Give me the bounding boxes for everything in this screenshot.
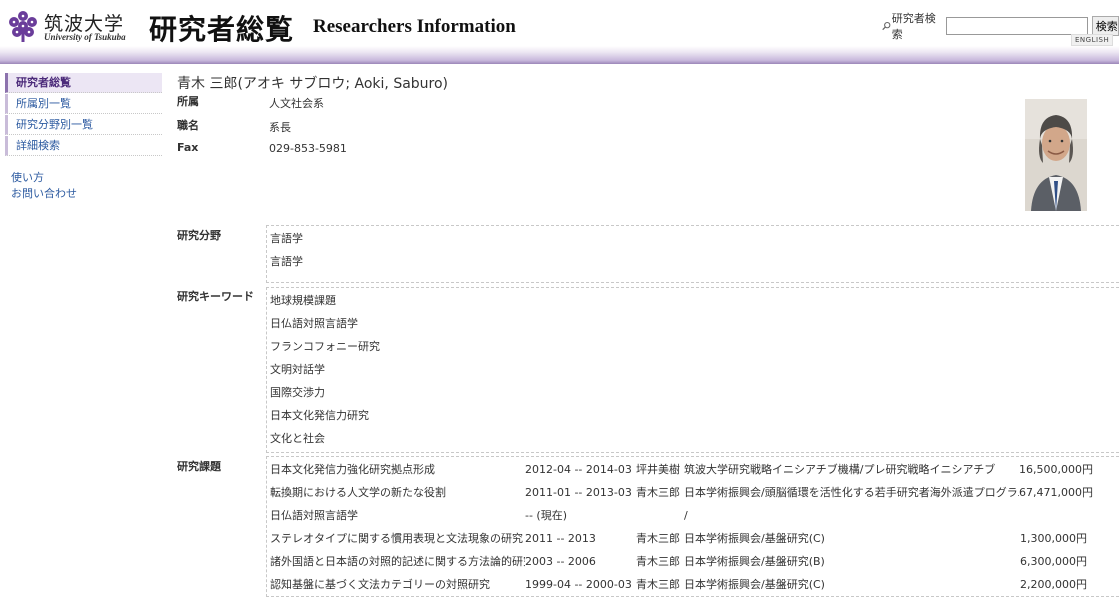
how-to-use-link[interactable]: 使い方	[11, 170, 162, 186]
project-funding-org: 日本学術振興会/頭脳循環を活性化する若手研究者海外派遣プログラム	[684, 486, 1019, 499]
project-period: 1999-04 -- 2000-03	[525, 578, 632, 591]
table-row: 転換期における人文学の新たな役割 2011-01 -- 2013-03 青木三郎…	[267, 481, 1119, 504]
project-amount: 1,300,000円	[1020, 532, 1087, 545]
english-link[interactable]: ENGLISH	[1071, 34, 1114, 46]
project-title: ステレオタイプに関する慣用表現と文法現象の研究	[270, 532, 523, 545]
keyword-item: 国際交渉力	[270, 386, 325, 399]
research-field-item: 言語学	[270, 255, 303, 268]
project-period: -- (現在)	[525, 509, 568, 522]
project-person: 青木三郎	[636, 555, 680, 568]
researcher-name: 青木 三郎(アオキ サブロウ; Aoki, Saburo)	[177, 76, 449, 92]
keyword-item: 文化と社会	[270, 432, 325, 445]
search-icon	[882, 21, 891, 31]
sidebar-item-by-research-field[interactable]: 研究分野別一覧	[5, 115, 162, 135]
research-fields-list: 言語学 言語学	[266, 225, 1119, 283]
project-person	[636, 504, 684, 527]
table-row: 日本文化発信力強化研究拠点形成 2012-04 -- 2014-03 坪井美樹 …	[267, 458, 1119, 481]
project-period: 2012-04 -- 2014-03	[525, 463, 632, 476]
search-button[interactable]: 検索	[1091, 16, 1119, 36]
project-amount: 67,471,000円	[1019, 486, 1093, 499]
table-row: 日仏語対照言語学 -- (現在) /	[267, 504, 1119, 527]
affiliation-label: 所属	[177, 95, 199, 108]
project-period: 2011-01 -- 2013-03	[525, 486, 632, 499]
project-person: 青木三郎	[636, 532, 680, 545]
project-title: 認知基盤に基づく文法カテゴリーの対照研究	[270, 578, 490, 591]
keywords-label: 研究キーワード	[177, 290, 254, 303]
project-funding-org: 日本学術振興会/基盤研究(C)	[684, 578, 825, 591]
university-logo-icon[interactable]	[6, 9, 40, 43]
keyword-item: フランコフォニー研究	[270, 340, 380, 353]
fax-value: 029-853-5981	[269, 142, 347, 155]
project-title: 日仏語対照言語学	[270, 509, 358, 522]
project-title: 日本文化発信力強化研究拠点形成	[270, 463, 435, 476]
project-amount	[1019, 504, 1087, 527]
research-fields-label: 研究分野	[177, 229, 221, 242]
university-name-en[interactable]: University of Tsukuba	[44, 32, 126, 42]
sidebar-item-by-affiliation[interactable]: 所属別一覧	[5, 94, 162, 114]
table-row: 認知基盤に基づく文法カテゴリーの対照研究 1999-04 -- 2000-03 …	[267, 573, 1119, 596]
project-funding-org: 日本学術振興会/基盤研究(C)	[684, 532, 825, 545]
project-amount: 2,200,000円	[1020, 578, 1087, 591]
site-title-jp[interactable]: 研究者総覧	[149, 8, 294, 48]
researcher-photo	[1025, 99, 1087, 211]
search-label: 研究者検索	[891, 12, 936, 41]
table-row: ステレオタイプに関する慣用表現と文法現象の研究 2011 -- 2013 青木三…	[267, 527, 1119, 550]
project-person: 青木三郎	[636, 578, 680, 591]
project-funding-org: 筑波大学研究戦略イニシアチブ機構/プレ研究戦略イニシアチブ	[684, 463, 996, 476]
project-amount: 6,300,000円	[1020, 555, 1087, 568]
sidebar-nav: 研究者総覧 所属別一覧 研究分野別一覧 詳細検索 使い方 お問い合わせ	[5, 73, 162, 202]
sidebar-item-researchers-overview[interactable]: 研究者総覧	[5, 73, 162, 93]
projects-label: 研究課題	[177, 460, 221, 473]
project-amount: 16,500,000円	[1019, 463, 1093, 476]
project-title: 諸外国語と日本語の対照的記述に関する方法論的研究	[270, 555, 525, 568]
keyword-item: 文明対話学	[270, 363, 325, 376]
project-funding-org: /	[684, 509, 688, 522]
keyword-item: 日仏語対照言語学	[270, 317, 358, 330]
keyword-item: 地球規模課題	[270, 294, 336, 307]
search-input[interactable]	[945, 17, 1088, 35]
project-person: 坪井美樹	[636, 463, 680, 476]
sidebar-help-links: 使い方 お問い合わせ	[5, 170, 162, 202]
project-person: 青木三郎	[636, 486, 680, 499]
table-row: 諸外国語と日本語の対照的記述に関する方法論的研究 2003 -- 2006 青木…	[267, 550, 1119, 573]
projects-table: 日本文化発信力強化研究拠点形成 2012-04 -- 2014-03 坪井美樹 …	[266, 456, 1119, 597]
fax-label: Fax	[177, 141, 199, 154]
contact-link[interactable]: お問い合わせ	[11, 186, 162, 202]
project-title: 転換期における人文学の新たな役割	[270, 486, 446, 499]
site-title-en[interactable]: Researchers Information	[313, 16, 516, 38]
sidebar-item-advanced-search[interactable]: 詳細検索	[5, 136, 162, 156]
project-period: 2003 -- 2006	[525, 555, 596, 568]
research-field-item: 言語学	[270, 232, 303, 245]
position-value: 系長	[269, 121, 291, 134]
position-label: 職名	[177, 119, 199, 132]
keyword-item: 日本文化発信力研究	[270, 409, 369, 422]
keywords-list: 地球規模課題 日仏語対照言語学 フランコフォニー研究 文明対話学 国際交渉力 日…	[266, 287, 1119, 453]
header-divider-band	[0, 46, 1119, 64]
project-period: 2011 -- 2013	[525, 532, 596, 545]
project-funding-org: 日本学術振興会/基盤研究(B)	[684, 555, 825, 568]
affiliation-value: 人文社会系	[269, 97, 324, 110]
